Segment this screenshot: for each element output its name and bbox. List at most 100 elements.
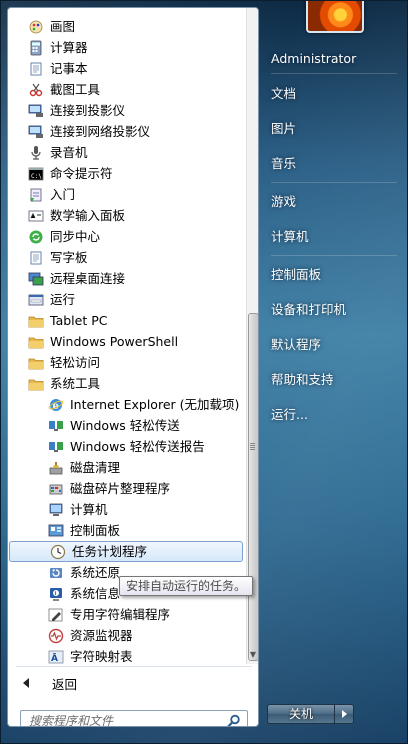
program-label: 命令提示符 [50, 166, 113, 181]
char-editor-icon [48, 607, 64, 623]
task-scheduler-icon [50, 544, 66, 560]
program-subitem[interactable]: 磁盘清理 [8, 457, 244, 478]
program-item[interactable]: 运行 [8, 289, 244, 310]
search-box[interactable] [20, 710, 248, 727]
program-item[interactable]: 连接到投影仪 [8, 100, 244, 121]
program-subitem[interactable]: Ā 字符映射表 [8, 646, 244, 664]
program-label: 资源监视器 [70, 628, 133, 643]
disk-cleanup-icon [48, 460, 64, 476]
easy-transfer-icon [48, 418, 64, 434]
programs-scrollbar[interactable]: ▼ [246, 8, 258, 664]
program-label: 截图工具 [50, 82, 101, 97]
program-label: 连接到网络投影仪 [50, 124, 151, 139]
program-label: Internet Explorer (无加载项) [70, 397, 240, 412]
program-subitem[interactable]: 磁盘碎片整理程序 [8, 478, 244, 499]
projector-icon [28, 103, 44, 119]
char-map-icon: Ā [48, 649, 64, 665]
program-label: 同步中心 [50, 229, 101, 244]
program-label: 控制面板 [70, 523, 121, 538]
cmd-icon: C:\ [28, 166, 44, 182]
back-button[interactable]: 返回 [16, 672, 246, 694]
program-item[interactable]: 记事本 [8, 58, 244, 79]
program-subitem[interactable]: 专用字符编辑程序 [8, 604, 244, 625]
shutdown-options-button[interactable] [335, 704, 354, 724]
right-menu-item[interactable]: 帮助和支持 [271, 367, 401, 393]
remote-desktop-icon [28, 271, 44, 287]
program-item[interactable]: C:\ 命令提示符 [8, 163, 244, 184]
program-item[interactable]: 同步中心 [8, 226, 244, 247]
program-subitem[interactable]: 任务计划程序 [9, 541, 243, 562]
program-item[interactable]: 入门 [8, 184, 244, 205]
ie-icon: e [48, 397, 64, 413]
program-label: 计算器 [50, 40, 88, 55]
notepad-icon [28, 61, 44, 77]
svg-text:C:\: C:\ [31, 173, 42, 180]
scrollbar-thumb[interactable] [248, 313, 258, 661]
scroll-down-arrow-icon[interactable]: ▼ [247, 648, 258, 662]
network-projector-icon [28, 124, 44, 140]
program-subitem[interactable]: Windows 轻松传送 [8, 415, 244, 436]
program-item[interactable]: 连接到网络投影仪 [8, 121, 244, 142]
program-label: 专用字符编辑程序 [70, 607, 171, 622]
program-label: 连接到投影仪 [50, 103, 126, 118]
folder-icon [28, 334, 44, 350]
search-icon[interactable] [227, 714, 241, 727]
program-label: 磁盘清理 [70, 460, 121, 475]
program-label: 远程桌面连接 [50, 271, 126, 286]
right-menu-item[interactable]: 运行... [271, 402, 401, 428]
divider [16, 666, 252, 667]
right-menu-item[interactable]: 设备和打印机 [271, 297, 401, 323]
program-label: Tablet PC [50, 313, 108, 328]
program-item[interactable]: 写字板 [8, 247, 244, 268]
right-menu-item[interactable]: 图片 [271, 116, 401, 142]
program-folder[interactable]: 轻松访问 [8, 352, 244, 373]
program-label: 任务计划程序 [72, 544, 148, 559]
computer-icon [48, 502, 64, 518]
program-subitem[interactable]: Windows 轻松传送报告 [8, 436, 244, 457]
right-menu-item[interactable]: 默认程序 [271, 332, 401, 358]
program-subitem[interactable]: 资源监视器 [8, 625, 244, 646]
right-panel: Administrator 文档图片音乐游戏计算机控制面板设备和打印机 默认程序帮助… [259, 1, 407, 743]
folder-icon [28, 376, 44, 392]
user-picture[interactable] [306, 1, 364, 33]
calculator-icon [28, 40, 44, 56]
divider [271, 182, 397, 183]
program-item[interactable]: 画图 [8, 16, 244, 37]
right-menu-item[interactable]: 音乐 [271, 151, 401, 177]
program-label: 画图 [50, 19, 76, 34]
scrollbar-grip [250, 443, 255, 451]
right-menu-item[interactable]: 控制面板 [271, 262, 401, 288]
programs-panel: 画图计算器记事本截图工具连接到投影仪连接到网络投影仪 录音机 C:\ 命令提示符入门数… [7, 7, 259, 727]
program-folder[interactable]: 系统工具 [8, 373, 244, 394]
program-item[interactable]: 数学输入面板 [8, 205, 244, 226]
search-input[interactable] [29, 714, 209, 726]
system-restore-icon [48, 565, 64, 581]
program-label: 写字板 [50, 250, 88, 265]
program-label: 运行 [50, 292, 76, 307]
paint-icon [28, 19, 44, 35]
program-item[interactable]: 计算器 [8, 37, 244, 58]
right-menu-item[interactable]: 计算机 [271, 224, 401, 250]
program-label: 字符映射表 [70, 649, 133, 664]
program-label: 轻松访问 [50, 355, 101, 370]
program-item[interactable]: 录音机 [8, 142, 244, 163]
right-menu-item[interactable]: 文档 [271, 81, 401, 107]
program-subitem[interactable]: 计算机 [8, 499, 244, 520]
program-label: 数学输入面板 [50, 208, 126, 223]
shutdown-button[interactable]: 关机 [267, 704, 335, 724]
program-item[interactable]: 截图工具 [8, 79, 244, 100]
program-label: 录音机 [50, 145, 88, 160]
right-menu-item[interactable]: 游戏 [271, 189, 401, 215]
program-subitem[interactable]: e Internet Explorer (无加载项) [8, 394, 244, 415]
program-subitem[interactable]: 控制面板 [8, 520, 244, 541]
program-folder[interactable]: Tablet PC [8, 310, 244, 331]
program-item[interactable]: 远程桌面连接 [8, 268, 244, 289]
program-label: 磁盘碎片整理程序 [70, 481, 171, 496]
program-label: 入门 [50, 187, 76, 202]
program-label: 记事本 [50, 61, 88, 76]
run-icon [28, 292, 44, 308]
program-folder[interactable]: Windows PowerShell [8, 331, 244, 352]
program-label: 系统工具 [50, 376, 101, 391]
microphone-icon [28, 145, 44, 161]
user-folder-link[interactable]: Administrator [271, 46, 401, 72]
